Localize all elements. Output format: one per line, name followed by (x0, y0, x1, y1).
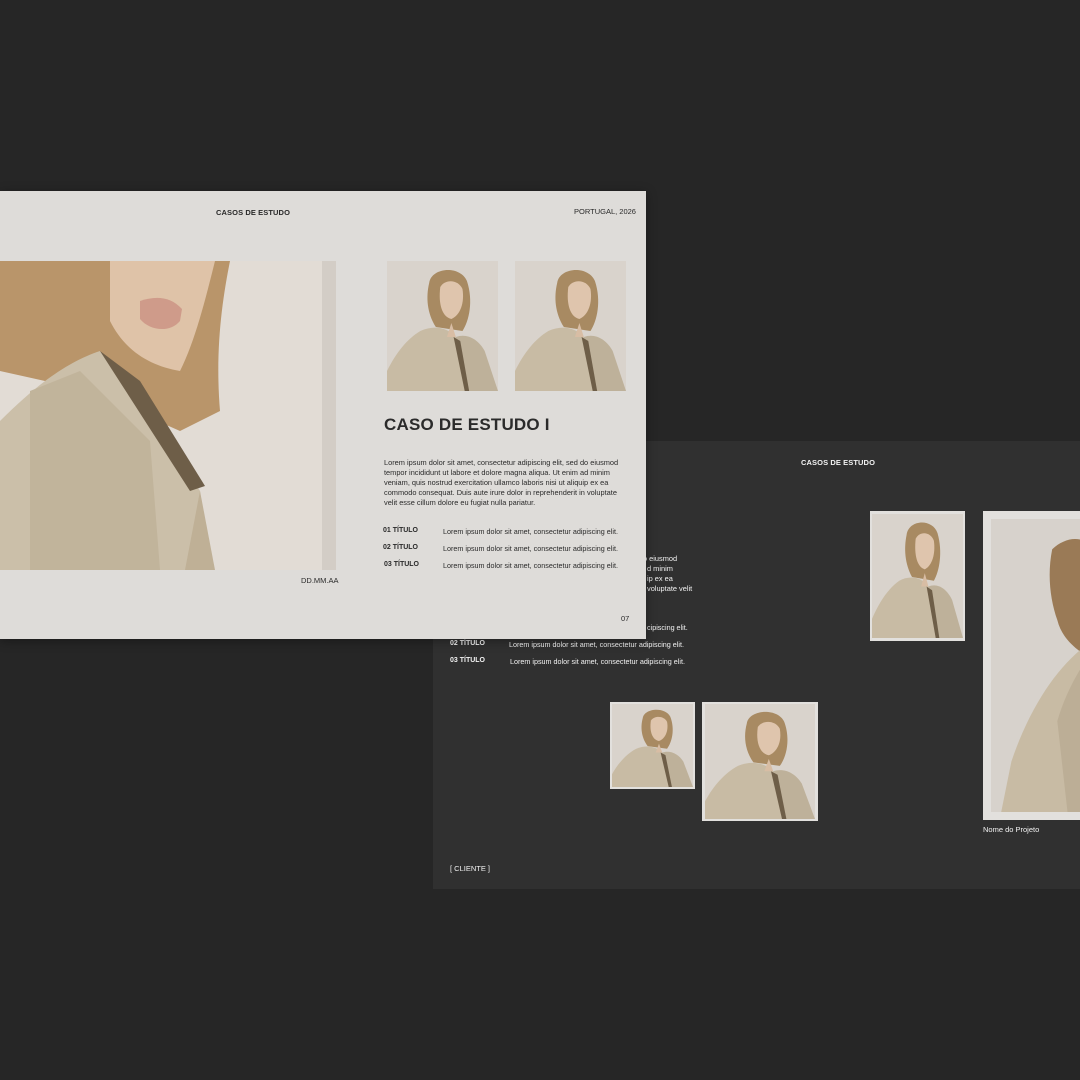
portrait-photo (612, 704, 693, 787)
back-peek-line: d minim (647, 564, 673, 573)
location-year: PORTUGAL, 2026 (574, 207, 636, 216)
back-peek-line: o eiusmod (643, 554, 678, 563)
back-item-text: Lorem ipsum dolor sit amet, consectetur … (509, 640, 684, 649)
front-slide: CASOS DE ESTUDO PORTUGAL, 2026 DD.MM.AA … (0, 191, 646, 639)
front-slide-header: CASOS DE ESTUDO (216, 208, 291, 217)
item-text: Lorem ipsum dolor sit amet, consectetur … (443, 544, 618, 553)
item-text: Lorem ipsum dolor sit amet, consectetur … (443, 561, 618, 570)
large-portrait-frame (983, 511, 1080, 820)
back-item-label: 03 TÍTULO (450, 657, 486, 664)
large-portrait-photo (991, 519, 1080, 812)
portrait-photo (387, 261, 498, 391)
portrait-photo (515, 261, 626, 391)
portrait-frame (610, 702, 695, 789)
case-study-paragraph: Lorem ipsum dolor sit amet, consectetur … (384, 458, 619, 507)
item-label: 03 TÍTULO (384, 561, 420, 568)
item-text: Lorem ipsum dolor sit amet, consectetur … (443, 527, 618, 536)
case-study-title: CASO DE ESTUDO I (384, 415, 550, 434)
back-slide-header: CASOS DE ESTUDO (801, 458, 876, 467)
back-peek-line: voluptate velit (647, 584, 693, 593)
page-number: 07 (621, 614, 630, 623)
project-name-caption: Nome do Projeto (983, 825, 1040, 834)
item-label: 01 TÍTULO (383, 527, 419, 534)
date-label: DD.MM.AA (301, 576, 339, 585)
client-label: [ CLIENTE ] (450, 864, 491, 873)
back-peek-line: ip ex ea (647, 574, 673, 583)
portrait-frame (870, 511, 965, 641)
back-item-text: Lorem ipsum dolor sit amet, consectetur … (510, 657, 685, 666)
closeup-portrait-photo (0, 261, 336, 570)
portrait-photo (872, 514, 963, 638)
back-item-label: 02 TÍTULO (450, 640, 486, 647)
portrait-photo (705, 704, 815, 819)
portrait-frame (702, 702, 818, 821)
item-label: 02 TÍTULO (383, 544, 419, 551)
back-item-text: cipiscing elit. (647, 623, 688, 632)
